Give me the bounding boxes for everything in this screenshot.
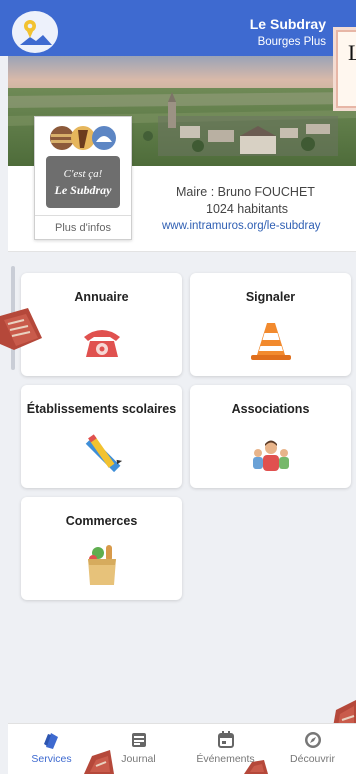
commune-website-link[interactable]: www.intramuros.org/le-subdray (162, 220, 321, 232)
app-header: Le Subdray Bourges Plus (0, 0, 356, 56)
overlay-letter: L (348, 40, 356, 65)
town-crest-icon: C'est ça! Le Subdray (38, 120, 128, 214)
decorative-shape (244, 760, 268, 774)
tile-label: Établissements scolaires (26, 402, 177, 416)
nav-label: Services (31, 753, 72, 765)
agglomeration-name: Bourges Plus (257, 36, 326, 48)
overlay-popup-edge: L (336, 30, 356, 108)
population-count: 1024 habitants (206, 202, 289, 216)
tile-annuaire[interactable]: Annuaire (21, 273, 182, 376)
grocery-bag-icon (80, 543, 124, 587)
services-icon (43, 733, 58, 749)
tile-signaler[interactable]: Signaler (190, 273, 351, 376)
tile-label: Commerces (65, 514, 138, 528)
nav-label: Découvrir (290, 753, 335, 765)
town-name: Le Subdray (249, 16, 326, 32)
decorative-shape (84, 750, 114, 774)
tile-commerces[interactable]: Commerces (21, 497, 182, 600)
town-crest-card[interactable]: C'est ça! Le Subdray Plus d'infos (34, 116, 132, 240)
traffic-cone-icon (249, 319, 293, 363)
more-info-link[interactable]: Plus d'infos (35, 215, 131, 239)
ruler-pencil-icon (80, 431, 124, 475)
tile-associations[interactable]: Associations (190, 385, 351, 488)
people-icon (249, 431, 293, 475)
bottom-navigation-bar: Services Journal Événements Découvrir (8, 723, 356, 774)
crest-text-line2: Le Subdray (54, 183, 113, 197)
decorative-shape (0, 306, 44, 361)
tile-etablissements-scolaires[interactable]: Établissements scolaires (21, 385, 182, 488)
phone-icon (80, 319, 124, 363)
tile-label: Annuaire (74, 290, 129, 304)
calendar-icon (217, 731, 234, 748)
app-logo-icon[interactable] (12, 11, 58, 53)
tile-label: Associations (231, 402, 310, 416)
crest-text-line1: C'est ça! (64, 168, 103, 180)
compass-icon (304, 732, 321, 748)
nav-item-services[interactable]: Services (8, 730, 95, 765)
mayor-name: Maire : Bruno FOUCHET (176, 185, 315, 199)
tile-label: Signaler (245, 290, 296, 304)
nav-item-decouvrir[interactable]: Découvrir (269, 730, 356, 765)
newspaper-icon (131, 733, 146, 747)
